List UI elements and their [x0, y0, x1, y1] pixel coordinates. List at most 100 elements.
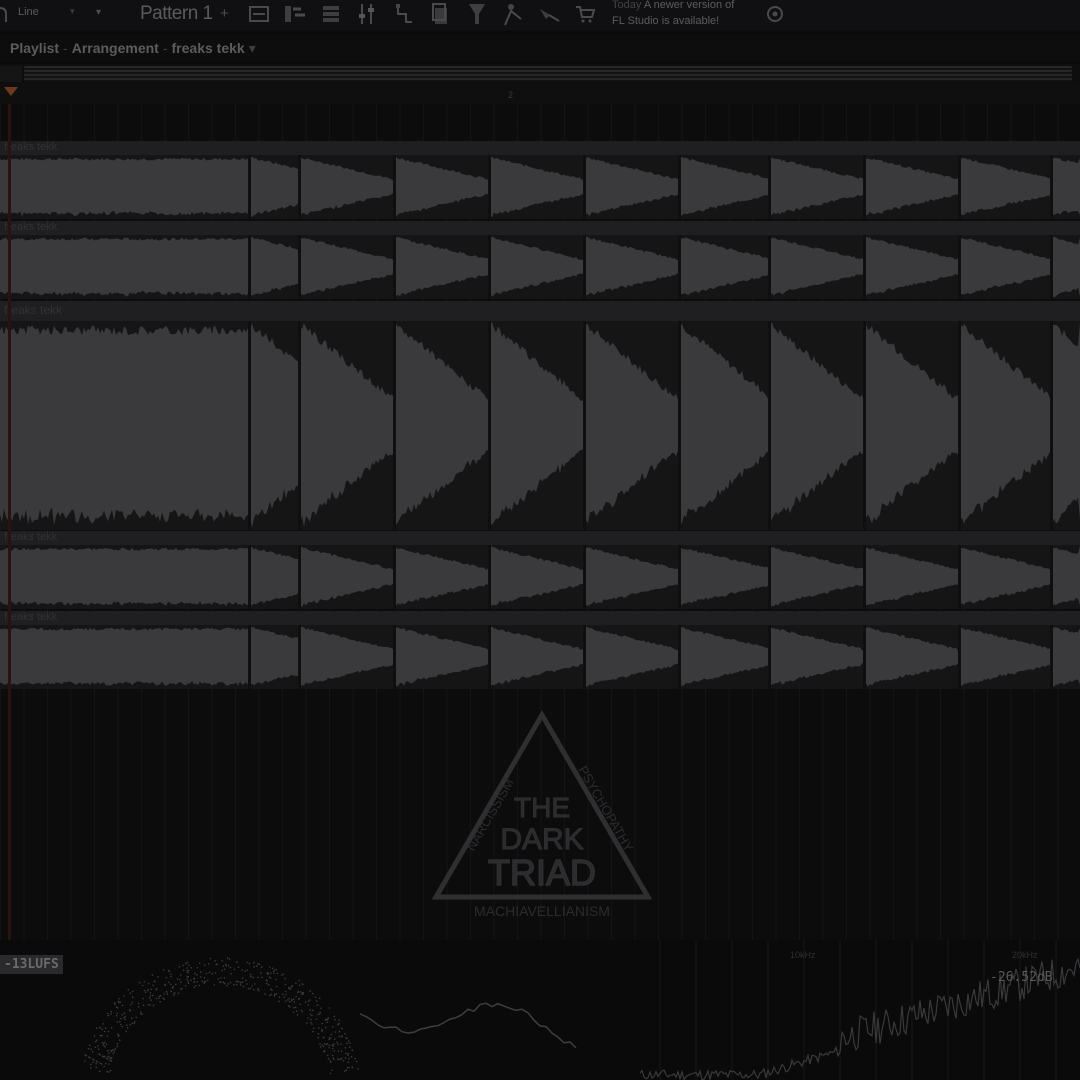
scope-dot — [333, 1058, 335, 1061]
scope-dot — [208, 971, 211, 973]
scope-dot — [152, 994, 154, 997]
scope-dot — [190, 966, 193, 969]
stereo-scope — [84, 957, 577, 1075]
snap-icon[interactable] — [0, 4, 10, 22]
scope-dot — [127, 989, 130, 991]
scope-dot — [242, 985, 245, 988]
transient-gap — [248, 235, 251, 299]
clip-header[interactable] — [0, 611, 1080, 625]
dark-triad-logo: NARCISSISM PSYCHOPATHY THE DARK TRIAD MA… — [431, 710, 653, 919]
scope-dot — [233, 968, 236, 971]
scope-dot — [336, 1041, 338, 1044]
snap-value[interactable]: Line — [18, 6, 39, 18]
scope-dot — [116, 1021, 119, 1023]
scope-dot — [174, 983, 177, 986]
chevron-down-icon[interactable]: ▾ — [96, 7, 101, 18]
scope-dot — [334, 1031, 337, 1033]
scope-dot — [307, 1004, 310, 1006]
song-position-marker[interactable] — [4, 87, 18, 96]
freq-label: 10kHz — [790, 950, 816, 960]
clip-waveform — [0, 321, 1080, 530]
window-title[interactable]: Playlist - Arrangement - freaks tekk ▾ — [10, 40, 260, 57]
scope-dot — [159, 994, 162, 997]
transient-gap — [248, 625, 251, 689]
online-news-icon[interactable] — [764, 2, 786, 24]
scope-dot — [323, 1042, 326, 1045]
scope-dot — [95, 1062, 97, 1065]
scope-dot — [182, 969, 185, 971]
scope-dot — [155, 997, 158, 1000]
logo-psychopathy: PSYCHOPATHY — [575, 763, 636, 854]
playhead[interactable] — [8, 104, 11, 940]
scope-dot — [347, 1040, 350, 1042]
pattern-add-button[interactable]: + — [220, 5, 229, 22]
scope-dot — [288, 1000, 291, 1003]
clip-label: freaks tekk — [4, 141, 58, 153]
transient-gap — [768, 545, 771, 609]
scope-dot — [104, 1030, 106, 1033]
plugin-picker-icon[interactable] — [392, 0, 418, 28]
pattern-selector[interactable]: Pattern 1 — [140, 3, 213, 25]
scope-dot — [185, 962, 187, 965]
online-news-text[interactable]: Today A newer version of FL Studio is av… — [612, 0, 762, 29]
scope-dot — [88, 1056, 90, 1058]
tools-icon[interactable] — [536, 0, 562, 28]
scope-dot — [101, 1041, 103, 1044]
scroll-left-button[interactable] — [0, 66, 22, 82]
scope-dot — [97, 1045, 99, 1047]
scope-dot — [357, 1068, 359, 1070]
scope-dot — [317, 1013, 319, 1016]
scope-dot — [344, 1047, 347, 1049]
scope-dot — [251, 985, 253, 987]
scope-dot — [340, 1043, 342, 1045]
scope-dot — [103, 1065, 105, 1068]
clip-header[interactable] — [0, 141, 1080, 155]
marker-icon[interactable] — [464, 0, 490, 28]
scope-dot — [331, 1069, 333, 1071]
scope-dot — [220, 977, 222, 979]
scope-dot — [126, 1024, 128, 1026]
clip-header[interactable] — [0, 531, 1080, 545]
scope-dot — [178, 978, 181, 981]
playlist-icon[interactable] — [246, 0, 272, 28]
freq-label: 20kHz — [1012, 950, 1038, 960]
clip-header[interactable] — [0, 221, 1080, 235]
scope-dot — [332, 1057, 335, 1059]
scope-dot — [107, 1049, 109, 1052]
scope-dot — [171, 987, 174, 989]
scope-dot — [276, 972, 279, 975]
scope-dot — [298, 979, 301, 982]
scope-dot — [326, 1043, 329, 1045]
transient-gap — [393, 545, 396, 609]
scope-dot — [126, 1027, 129, 1029]
channel-rack-icon[interactable] — [318, 0, 344, 28]
timeline-ruler[interactable] — [0, 84, 1080, 104]
scope-dot — [271, 989, 273, 991]
scope-dot — [193, 986, 196, 989]
scope-dot — [187, 980, 189, 982]
mixer-icon[interactable] — [354, 0, 380, 28]
scope-dot — [98, 1053, 100, 1055]
scrollbar-thumb[interactable] — [24, 66, 1072, 82]
scope-dot — [292, 998, 295, 1000]
scope-dot — [104, 1027, 107, 1029]
scope-dot — [316, 1004, 319, 1006]
scope-dot — [221, 969, 223, 972]
scope-dot — [180, 988, 182, 990]
transient-gap — [1050, 625, 1053, 689]
scope-dot — [170, 973, 172, 975]
recording-icon[interactable] — [500, 0, 526, 28]
scope-dot — [284, 983, 287, 986]
shop-icon[interactable] — [572, 0, 598, 28]
clip-header[interactable] — [0, 301, 1080, 321]
scope-dot — [317, 1036, 319, 1039]
scope-dot — [140, 1011, 142, 1013]
scope-dot — [142, 997, 144, 1000]
scope-dot — [258, 963, 261, 966]
snap-dropdown-icon[interactable]: ▾ — [70, 6, 75, 17]
browser-icon[interactable] — [428, 0, 454, 28]
scope-dot — [162, 997, 164, 999]
piano-roll-icon[interactable] — [282, 0, 308, 28]
scope-dot — [314, 996, 317, 998]
transient-gap — [393, 321, 396, 530]
